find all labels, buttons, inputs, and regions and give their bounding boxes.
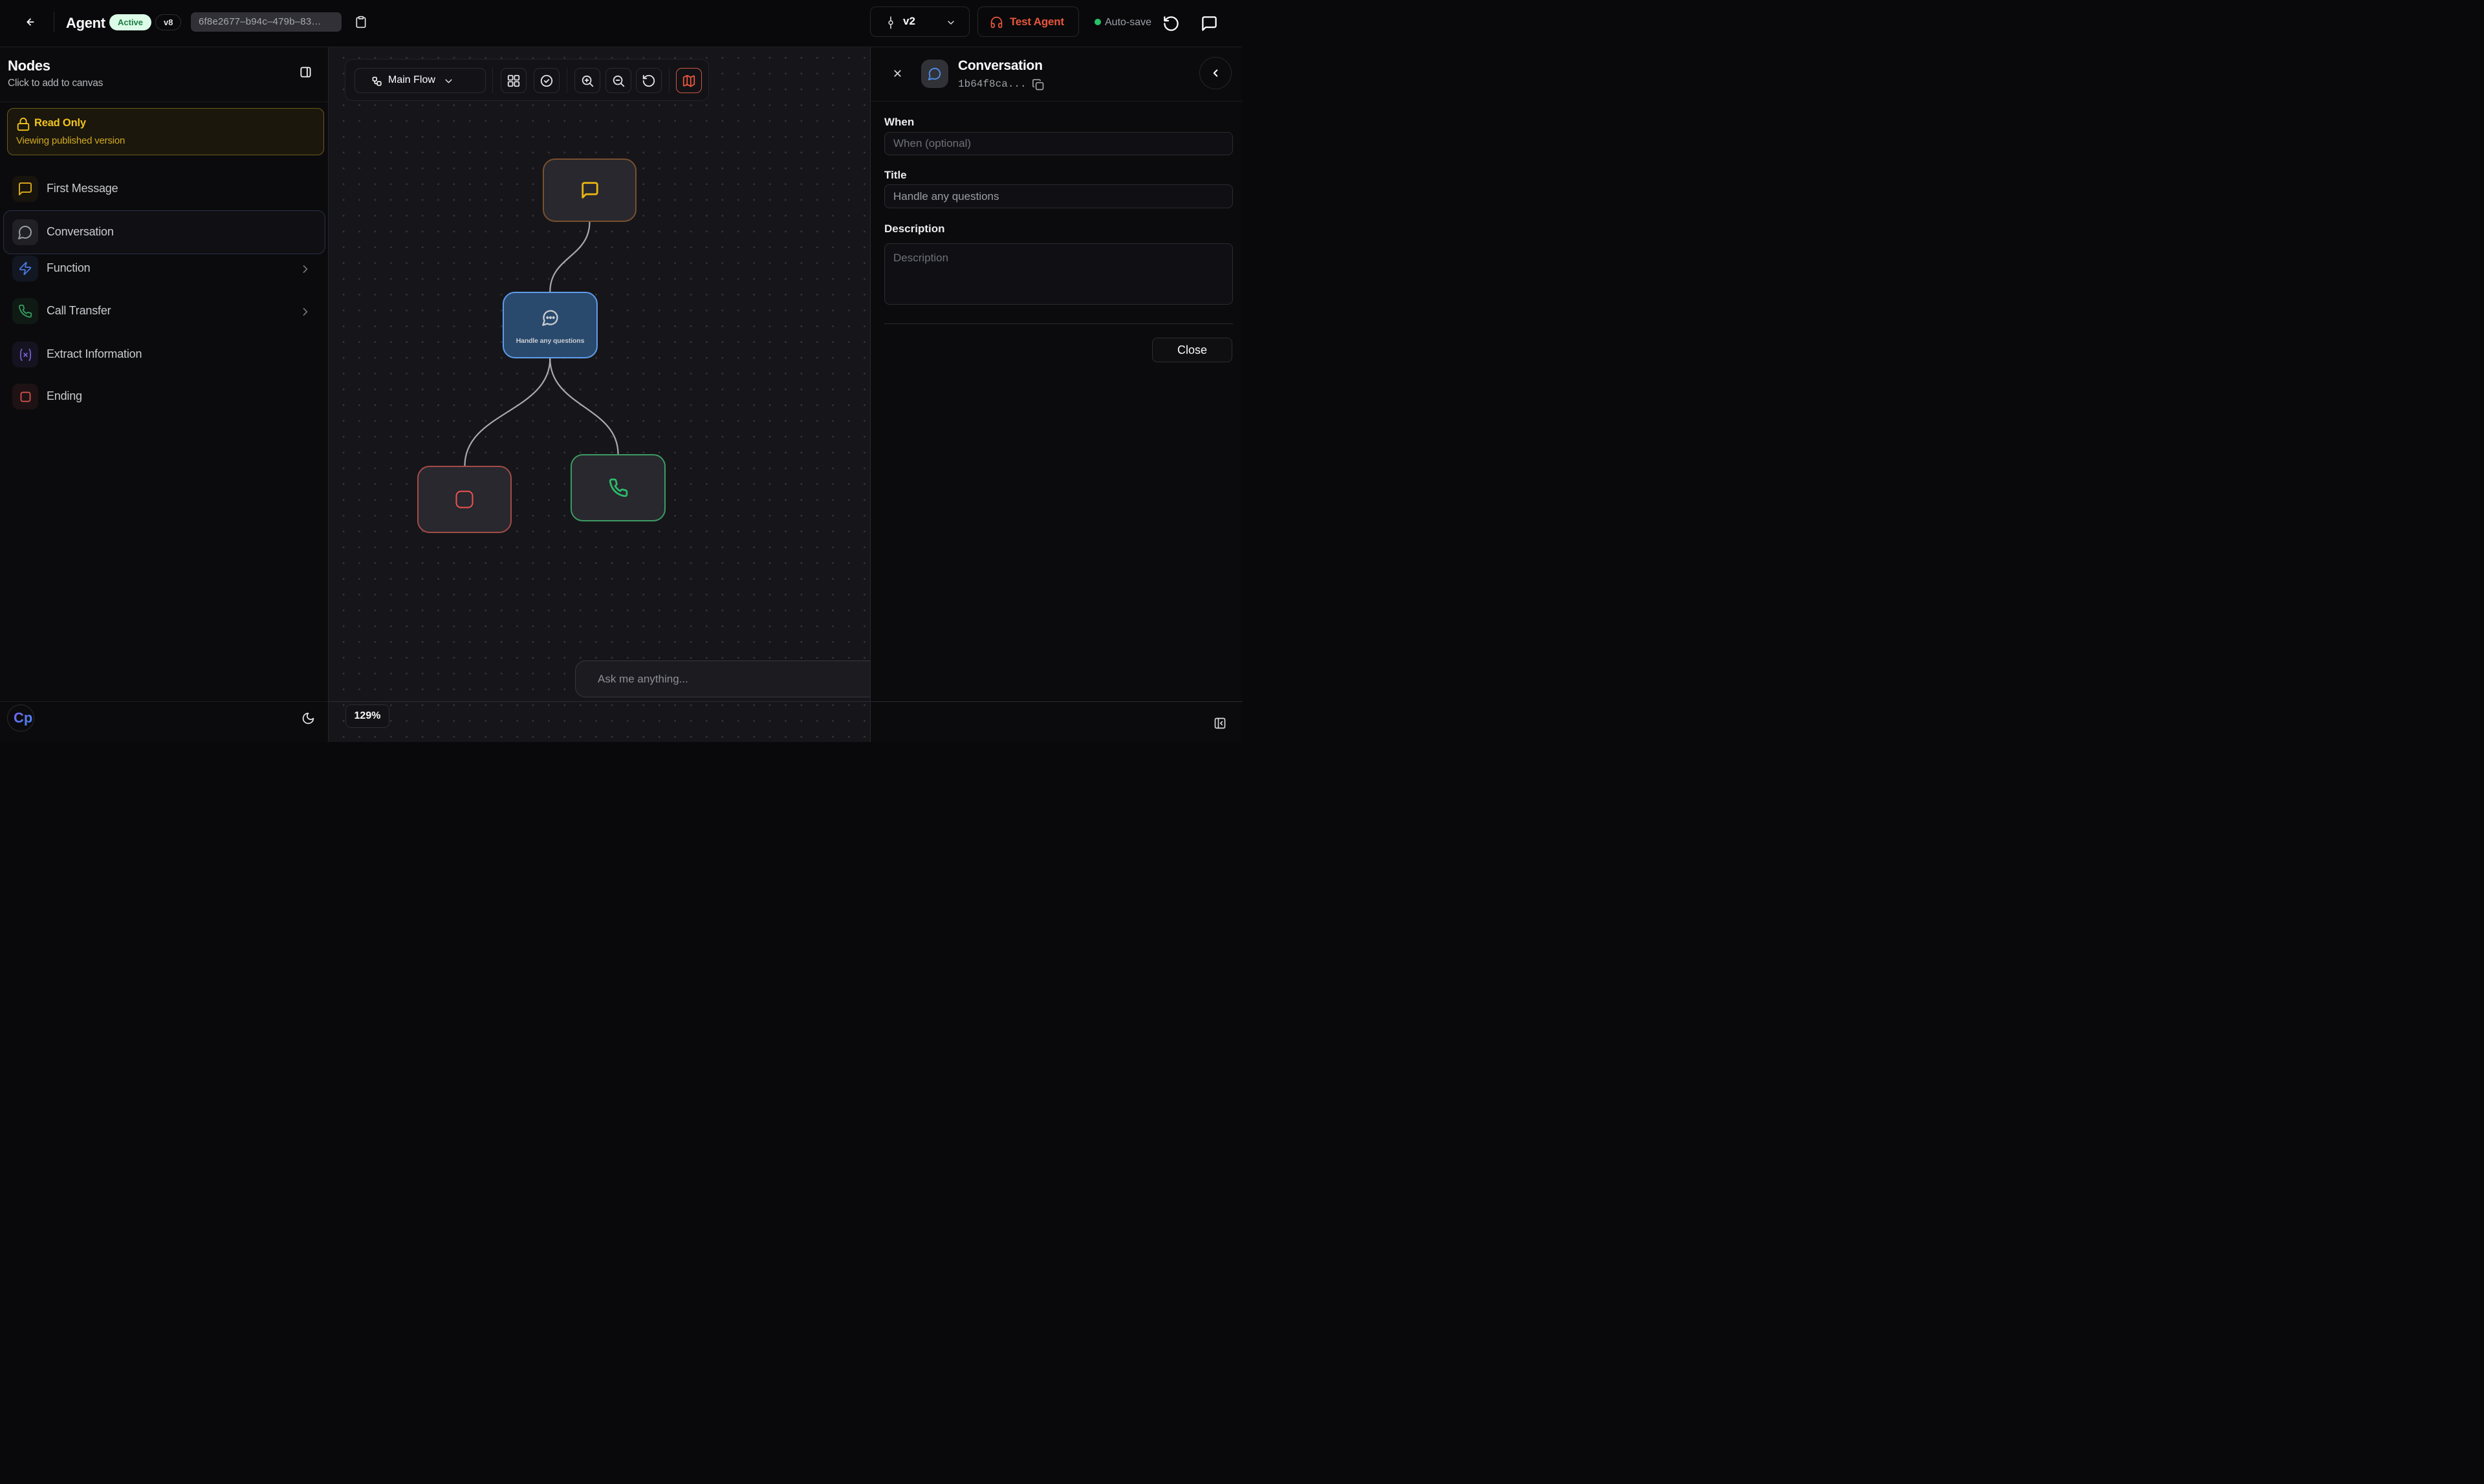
svg-text:Cp: Cp xyxy=(14,710,32,726)
